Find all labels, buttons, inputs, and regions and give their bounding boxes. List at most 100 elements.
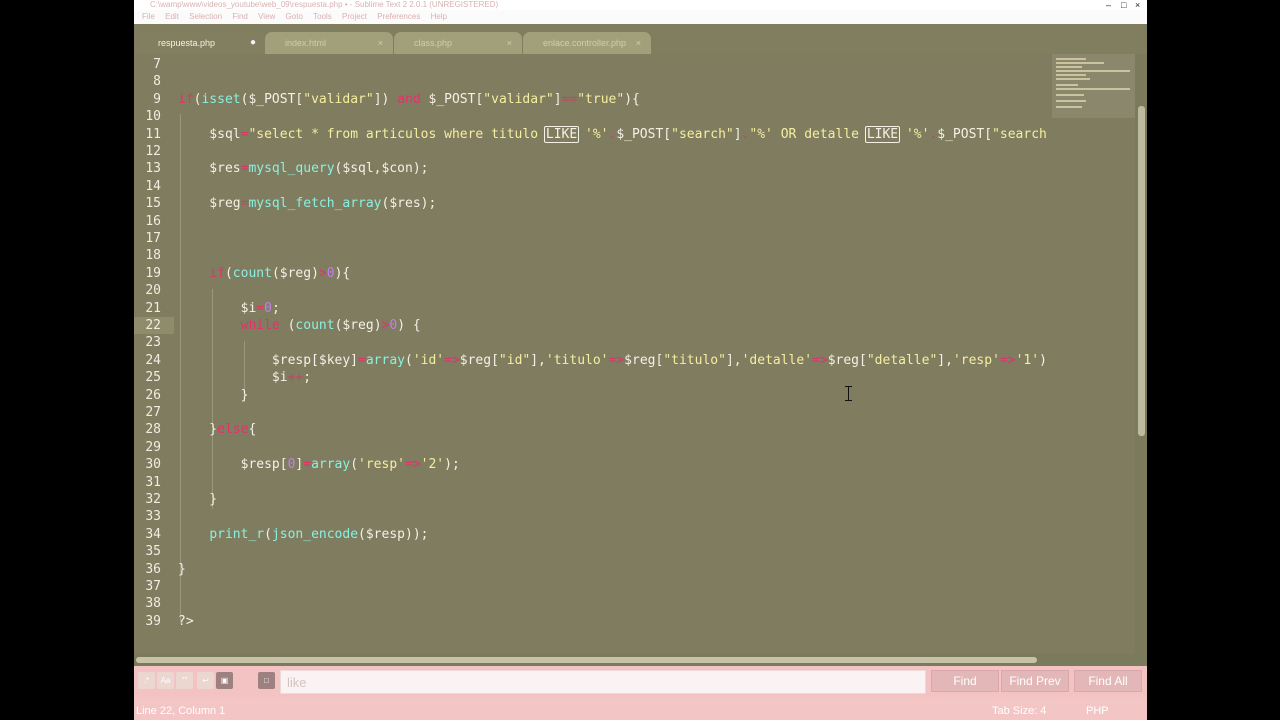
code-line: 39 ?> [134, 613, 1052, 630]
code-line: 15 $reg=mysql_fetch_array($res); [134, 195, 1052, 212]
menu-help[interactable]: Help [431, 12, 447, 21]
maximize-icon[interactable]: □ [1121, 0, 1126, 10]
code-token: "validar" [303, 91, 374, 107]
code-token: ( [224, 265, 233, 281]
menu-find[interactable]: Find [232, 12, 248, 21]
case-sensitive-toggle-icon[interactable]: Aa [157, 672, 174, 689]
title-bar: C:\wamp\www\videos_youtube\web_09\respue… [134, 0, 1147, 10]
code-token: "detalle" [866, 352, 938, 368]
line-number: 39 [145, 613, 161, 629]
code-token: ], [725, 352, 742, 368]
code-token: ($reg) [271, 265, 319, 281]
menu-preferences[interactable]: Preferences [377, 12, 420, 21]
find-all-button[interactable]: Find All [1074, 670, 1142, 692]
tab-index[interactable]: index.html × [265, 32, 393, 54]
whole-word-toggle-icon[interactable]: “” [176, 672, 193, 689]
code-token: } [178, 561, 186, 577]
tab-respuesta[interactable]: respuesta.php ● [138, 32, 266, 54]
code-line: 17 [134, 230, 1052, 247]
code-token: "id" [498, 352, 531, 368]
menu-file[interactable]: File [142, 12, 155, 21]
code-text: ?> [178, 613, 194, 630]
line-number: 20 [145, 283, 161, 299]
code-token: array [311, 457, 351, 473]
code-token: ] [733, 126, 742, 142]
status-syntax[interactable]: PHP [1086, 700, 1109, 720]
code-token: ] [553, 91, 562, 107]
in-selection-toggle-icon[interactable]: ▣ [216, 672, 233, 689]
close-tab-icon[interactable]: × [378, 32, 383, 54]
code-token: $reg[ [827, 352, 867, 368]
code-line: 31 [134, 474, 1052, 491]
line-number: 38 [145, 596, 161, 612]
find-panel: .* Aa “” ↩ ▣ □ like Find Find Prev Find … [134, 666, 1147, 697]
menu-view[interactable]: View [258, 12, 275, 21]
code-token: $sql [178, 126, 241, 142]
code-token: $_POST[ [937, 126, 993, 142]
status-tab-size[interactable]: Tab Size: 4 [992, 700, 1046, 720]
code-line: 24 $resp[$key]=array('id'=>$reg["id"],'t… [134, 352, 1052, 369]
code-text: $resp[0]=array('resp'=>'2'); [178, 456, 460, 473]
code-token: "%' OR detalle [749, 126, 867, 142]
minimap[interactable] [1052, 54, 1135, 118]
menu-selection[interactable]: Selection [189, 12, 222, 21]
code-token: ; [271, 300, 280, 316]
code-token: = [358, 352, 366, 368]
line-number: 26 [145, 387, 161, 403]
line-number: 17 [145, 231, 161, 246]
find-button[interactable]: Find [931, 670, 999, 692]
line-number: 34 [145, 526, 161, 542]
code-token: count [232, 265, 272, 281]
code-line: 11 $sql="select * from articulos where t… [134, 125, 1052, 143]
code-token: ($_POST[ [240, 91, 304, 107]
code-token: ($res); [381, 196, 437, 212]
regex-toggle-icon[interactable]: .* [138, 672, 155, 689]
code-token: 'resp' [952, 352, 1000, 368]
line-number: 27 [145, 405, 161, 420]
code-token: $_POST[ [420, 91, 484, 107]
horizontal-scrollbar[interactable] [134, 654, 1147, 666]
line-number: 32 [145, 492, 161, 507]
unsaved-dot-icon[interactable]: ● [250, 32, 256, 54]
close-tab-icon[interactable]: × [507, 32, 512, 54]
code-token: ( [404, 352, 413, 368]
code-token: '1' [1015, 352, 1040, 368]
code-text: }else{ [178, 421, 256, 438]
code-line: 23 [134, 334, 1052, 351]
code-token: LIKE [543, 125, 580, 143]
line-number: 29 [145, 439, 161, 455]
find-prev-button[interactable]: Find Prev [1001, 670, 1069, 692]
close-icon[interactable]: × [1135, 0, 1140, 10]
line-number: 25 [145, 370, 161, 386]
menu-edit[interactable]: Edit [165, 12, 179, 21]
code-text: } [178, 491, 217, 508]
status-bar: Line 22, Column 1 Tab Size: 4 PHP [134, 697, 1147, 720]
code-editor[interactable]: 7 8 9 if(isset($_POST["validar"]) and $_POS… [134, 54, 1052, 654]
code-line: 33 [134, 508, 1052, 525]
vertical-scrollbar[interactable] [1135, 54, 1147, 654]
code-text: } [178, 387, 249, 404]
close-tab-icon[interactable]: × [636, 32, 641, 54]
code-token: $i [178, 300, 257, 316]
tab-enlace-controller[interactable]: enlace.controller.php × [523, 32, 651, 54]
menu-goto[interactable]: Goto [286, 12, 303, 21]
tab-label: respuesta.php [158, 38, 216, 48]
minimize-icon[interactable]: – [1106, 0, 1111, 10]
menu-tools[interactable]: Tools [313, 12, 332, 21]
code-token: } [178, 387, 249, 403]
find-input[interactable]: like [280, 670, 926, 694]
vertical-scroll-thumb[interactable] [1138, 106, 1145, 436]
highlight-matches-toggle-icon[interactable]: □ [258, 672, 275, 689]
code-text: $i++; [178, 369, 311, 386]
line-number: 21 [145, 300, 161, 316]
tab-class[interactable]: class.php × [394, 32, 522, 54]
code-token: $reg [178, 196, 241, 212]
horizontal-scroll-thumb[interactable] [136, 657, 1037, 663]
code-token: > [318, 265, 327, 281]
code-token: $res [178, 161, 241, 177]
code-token: => [608, 352, 625, 368]
menu-project[interactable]: Project [342, 12, 367, 21]
code-token: } [178, 492, 218, 507]
line-number: 22 [145, 318, 161, 333]
wrap-toggle-icon[interactable]: ↩ [197, 672, 214, 689]
